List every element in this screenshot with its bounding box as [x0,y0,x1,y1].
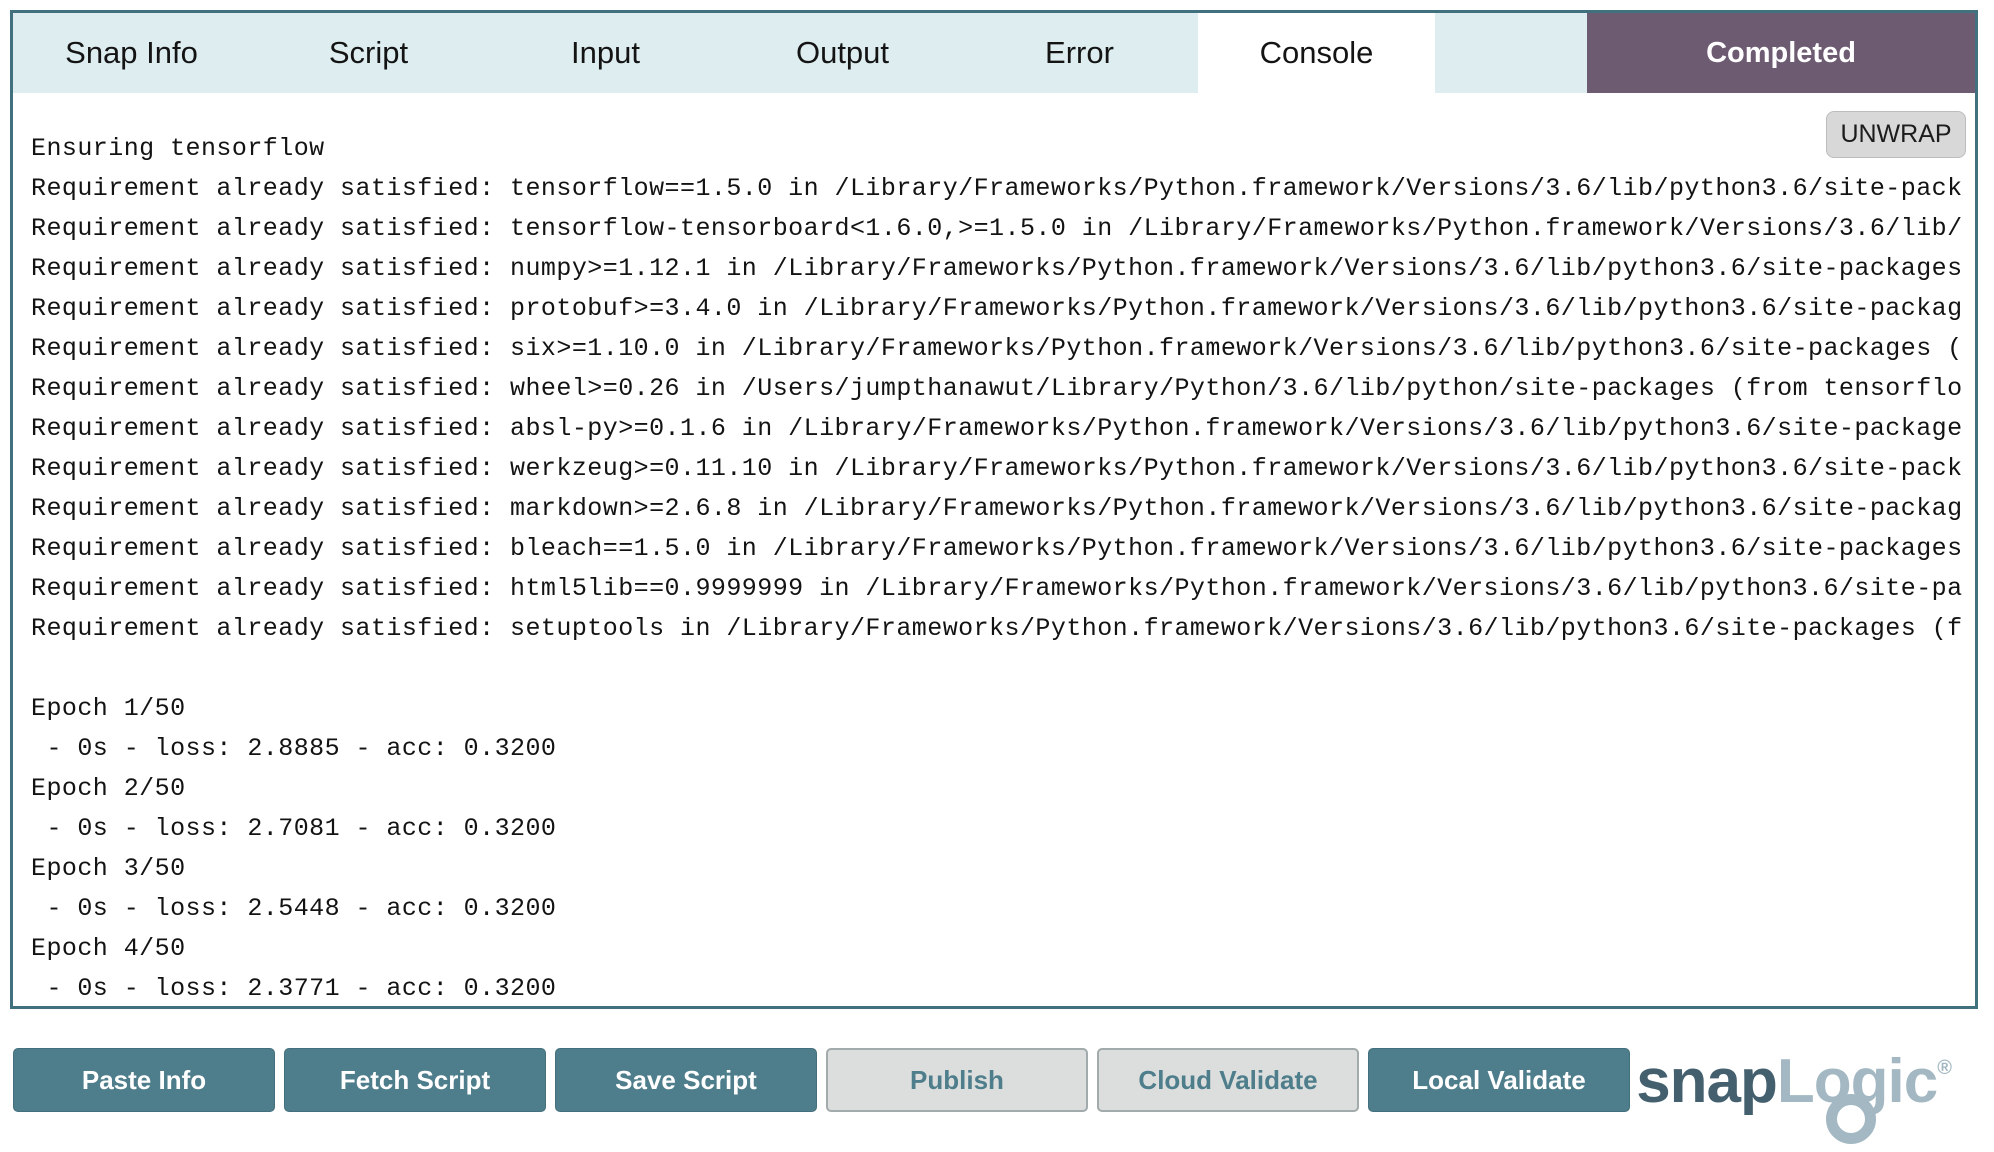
tab-script[interactable]: Script [250,13,487,93]
console-line: Epoch 1/50 [31,689,1975,729]
publish-button[interactable]: Publish [826,1048,1088,1112]
console-line: Requirement already satisfied: werkzeug>… [31,449,1975,489]
footer-toolbar: Paste Info Fetch Script Save Script Publ… [13,1048,1630,1112]
console-line: Requirement already satisfied: protobuf>… [31,289,1975,329]
console-line: Requirement already satisfied: bleach==1… [31,529,1975,569]
snap-console-panel: Snap Info Script Input Output Error Cons… [10,10,1978,1009]
tab-list: Snap Info Script Input Output Error Cons… [13,13,1435,93]
tab-console[interactable]: Console [1198,13,1435,93]
tab-output[interactable]: Output [724,13,961,93]
console-line: - 0s - loss: 2.3771 - acc: 0.3200 [31,969,1975,1006]
console-line: Requirement already satisfied: wheel>=0.… [31,369,1975,409]
tab-error[interactable]: Error [961,13,1198,93]
paste-info-button[interactable]: Paste Info [13,1048,275,1112]
console-line: - 0s - loss: 2.8885 - acc: 0.3200 [31,729,1975,769]
console-line: Requirement already satisfied: absl-py>=… [31,409,1975,449]
unwrap-button[interactable]: UNWRAP [1826,111,1966,158]
console-line: Epoch 2/50 [31,769,1975,809]
console-output[interactable]: UNWRAP Ensuring tensorflow Requirement a… [13,93,1975,1006]
tab-input[interactable]: Input [487,13,724,93]
console-line: Epoch 3/50 [31,849,1975,889]
registered-trademark-icon: ® [1937,1057,1952,1079]
console-line: Requirement already satisfied: tensorflo… [31,169,1975,209]
local-validate-button[interactable]: Local Validate [1368,1048,1630,1112]
status-badge: Completed [1587,13,1975,93]
logo-text-snap: snap [1636,1047,1777,1116]
cloud-validate-button[interactable]: Cloud Validate [1097,1048,1359,1112]
console-line: Requirement already satisfied: setuptool… [31,609,1975,649]
console-log: Ensuring tensorflow Requirement already … [13,93,1975,1006]
logo-chain-ring-icon [1826,1094,1876,1144]
console-line [31,649,1975,689]
console-line: Requirement already satisfied: numpy>=1.… [31,249,1975,289]
console-line: Epoch 4/50 [31,929,1975,969]
fetch-script-button[interactable]: Fetch Script [284,1048,546,1112]
snaplogic-logo: snapLogic® [1636,1032,1952,1152]
console-line: Requirement already satisfied: tensorflo… [31,209,1975,249]
console-line: Requirement already satisfied: html5lib=… [31,569,1975,609]
console-line: Requirement already satisfied: six>=1.10… [31,329,1975,369]
console-line: - 0s - loss: 2.5448 - acc: 0.3200 [31,889,1975,929]
tab-snap-info[interactable]: Snap Info [13,13,250,93]
console-line: Requirement already satisfied: markdown>… [31,489,1975,529]
console-line: - 0s - loss: 2.7081 - acc: 0.3200 [31,809,1975,849]
console-line: Ensuring tensorflow [31,129,1975,169]
tab-spacer [1435,13,1587,93]
tab-bar: Snap Info Script Input Output Error Cons… [13,13,1975,93]
save-script-button[interactable]: Save Script [555,1048,817,1112]
